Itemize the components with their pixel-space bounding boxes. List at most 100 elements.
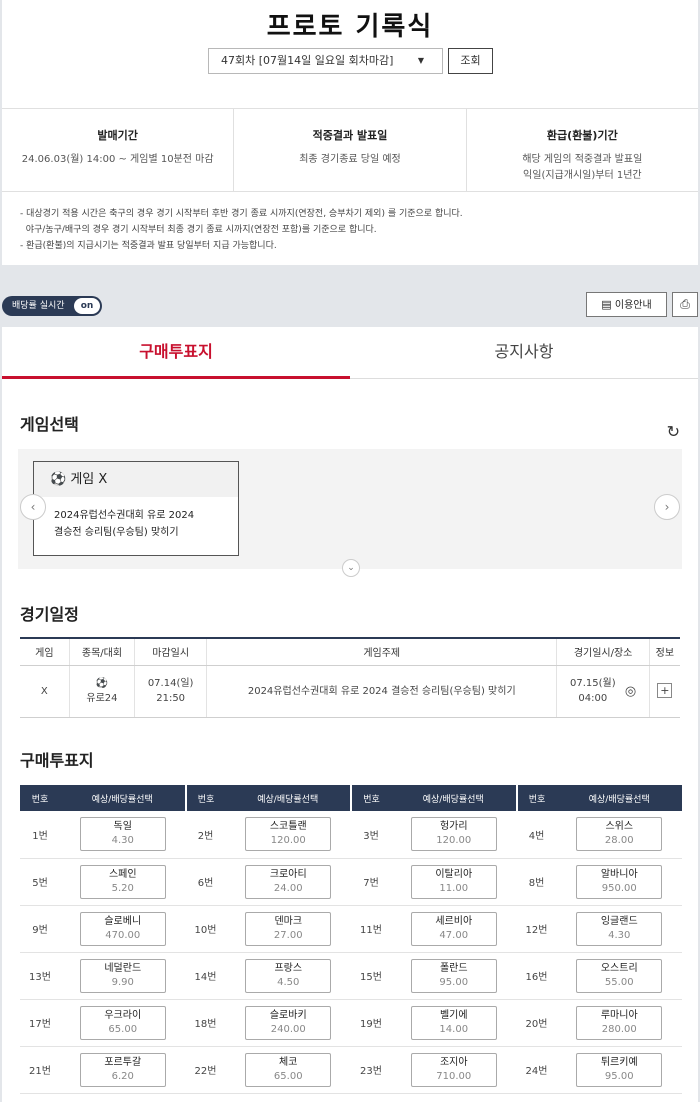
close-time: 21:50 bbox=[156, 693, 186, 704]
odds-value: 65.00 bbox=[108, 1023, 138, 1035]
plus-icon[interactable]: + bbox=[657, 683, 673, 698]
note-line: 야구/농구/배구의 경우 경기 시작부터 최종 경기 종료 시까지(연장전 포함… bbox=[20, 225, 377, 235]
pick-cell: 프랑스 4.50 bbox=[225, 952, 351, 1000]
book-icon: ▤ bbox=[601, 298, 612, 311]
odds-value: 6.20 bbox=[111, 1070, 134, 1082]
odds-value: 14.00 bbox=[439, 1023, 469, 1035]
usage-guide-button[interactable]: ▤ 이용안내 bbox=[586, 292, 667, 317]
pick-button[interactable]: 폴란드 95.00 bbox=[410, 958, 497, 993]
pick-button[interactable]: 헝가리 120.00 bbox=[410, 817, 497, 852]
pick-button[interactable]: 프랑스 4.50 bbox=[245, 958, 332, 993]
table-row: X ⚽ 유로24 07.14(일) 21:50 2024유럽선수권대회 유로 2… bbox=[20, 665, 680, 718]
info-refund-period: 환급(환불)기간 해당 게임의 적중결과 발표일 익일(지급개시일)부터 1년간 bbox=[467, 109, 698, 191]
game-card[interactable]: ⚽ 게임 X 2024유럽선수권대회 유로 2024 결승전 승리팀(우승팀) … bbox=[33, 461, 239, 556]
pick-button[interactable]: 크로아티 24.00 bbox=[245, 864, 332, 899]
col-no: 번호 bbox=[515, 785, 557, 811]
team-name: 세르비아 bbox=[435, 915, 473, 927]
pick-button[interactable]: 체코 65.00 bbox=[245, 1052, 332, 1087]
pick-button[interactable]: 튀르키예 95.00 bbox=[576, 1052, 663, 1087]
pick-button[interactable]: 스페인 5.20 bbox=[79, 864, 166, 899]
round-info-panel: 프로토 기록식 47회차 [07월14일 일요일 회차마감] ▼ 조회 발매기간… bbox=[2, 0, 698, 265]
col-pick: 예상/배당률선택 bbox=[556, 785, 682, 811]
pick-number: 22번 bbox=[185, 1046, 226, 1094]
pick-button[interactable]: 스위스 28.00 bbox=[576, 817, 663, 852]
pick-button[interactable]: 알바니아 950.00 bbox=[576, 864, 663, 899]
team-name: 루마니아 bbox=[600, 1009, 638, 1021]
game-card-line: 결승전 승리팀(우승팀) 맞히기 bbox=[54, 527, 179, 538]
game-carousel: ⚽ 게임 X 2024유럽선수권대회 유로 2024 결승전 승리팀(우승팀) … bbox=[18, 449, 682, 569]
cell-league: ⚽ 유로24 bbox=[69, 665, 136, 718]
refresh-icon[interactable]: ↻ bbox=[667, 422, 680, 441]
col-no: 번호 bbox=[20, 785, 60, 811]
pick-button[interactable]: 세르비아 47.00 bbox=[410, 911, 497, 946]
pick-button[interactable]: 덴마크 27.00 bbox=[245, 911, 332, 946]
pick-cell: 스페인 5.20 bbox=[60, 858, 186, 906]
pick-button[interactable]: 루마니아 280.00 bbox=[576, 1005, 663, 1040]
pick-number: 18번 bbox=[185, 999, 226, 1047]
tab-notice[interactable]: 공지사항 bbox=[350, 327, 698, 379]
odds-value: 47.00 bbox=[439, 929, 469, 941]
odds-value: 65.00 bbox=[273, 1070, 303, 1082]
pick-number: 15번 bbox=[351, 952, 391, 1000]
print-button[interactable]: ⎙ bbox=[672, 292, 698, 317]
pick-button[interactable]: 네덜란드 9.90 bbox=[79, 958, 166, 993]
pick-cell: 크로아티 24.00 bbox=[225, 858, 351, 906]
pick-cell: 체코 65.00 bbox=[225, 1046, 351, 1094]
pick-button[interactable]: 오스트리 55.00 bbox=[576, 958, 663, 993]
cell-game: X bbox=[20, 665, 70, 718]
team-name: 튀르키예 bbox=[600, 1056, 638, 1068]
team-name: 프랑스 bbox=[274, 962, 303, 974]
cell-match: 07.15(월) 04:00 ◎ bbox=[556, 665, 650, 718]
round-select[interactable]: 47회차 [07월14일 일요일 회차마감] ▼ bbox=[208, 48, 443, 74]
page-title: 프로토 기록식 bbox=[266, 12, 434, 42]
odds-value: 9.90 bbox=[111, 976, 134, 988]
pick-button[interactable]: 이탈리아 11.00 bbox=[410, 864, 497, 899]
team-name: 덴마크 bbox=[274, 915, 303, 927]
game-card-body: 2024유럽선수권대회 유로 2024 결승전 승리팀(우승팀) 맞히기 bbox=[34, 497, 238, 541]
realtime-label: 배당률 실시간 bbox=[12, 301, 65, 311]
team-name: 잉글랜드 bbox=[600, 915, 638, 927]
expand-chevron-icon[interactable]: ⌄ bbox=[342, 559, 360, 577]
chevron-right-icon[interactable]: › bbox=[654, 494, 680, 520]
odds-value: 4.30 bbox=[111, 835, 134, 847]
location-pin-icon[interactable]: ◎ bbox=[625, 684, 636, 699]
team-name: 알바니아 bbox=[600, 868, 638, 880]
tab-ballot[interactable]: 구매투표지 bbox=[2, 327, 350, 379]
team-name: 크로아티 bbox=[269, 868, 307, 880]
pick-button[interactable]: 우크라이 65.00 bbox=[79, 1005, 166, 1040]
info-value: 최종 경기종료 당일 예정 bbox=[299, 154, 401, 165]
pick-button[interactable]: 독일 4.30 bbox=[79, 817, 166, 852]
team-name: 조지아 bbox=[439, 1056, 468, 1068]
pick-number: 16번 bbox=[516, 952, 557, 1000]
info-value: 해당 게임의 적중결과 발표일 bbox=[522, 154, 643, 165]
pick-cell: 우크라이 65.00 bbox=[60, 999, 186, 1047]
team-name: 슬로바키 bbox=[269, 1009, 307, 1021]
pick-button[interactable]: 잉글랜드 4.30 bbox=[576, 911, 663, 946]
odds-value: 24.00 bbox=[273, 882, 303, 894]
pick-number: 1번 bbox=[20, 811, 60, 859]
team-name: 슬로베니 bbox=[104, 915, 142, 927]
realtime-odds-toggle[interactable]: 배당률 실시간 on bbox=[2, 296, 102, 316]
pick-number: 13번 bbox=[20, 952, 60, 1000]
match-time: 04:00 bbox=[578, 693, 608, 704]
pick-cell: 벨기에 14.00 bbox=[391, 999, 517, 1047]
pick-number: 14번 bbox=[185, 952, 226, 1000]
team-name: 스코틀랜 bbox=[269, 821, 307, 833]
chevron-left-icon[interactable]: ‹ bbox=[20, 494, 46, 520]
pick-button[interactable]: 슬로바키 240.00 bbox=[245, 1005, 332, 1040]
pick-cell: 덴마크 27.00 bbox=[225, 905, 351, 953]
pick-button[interactable]: 슬로베니 470.00 bbox=[79, 911, 166, 946]
pick-cell: 헝가리 120.00 bbox=[391, 811, 517, 859]
pick-button[interactable]: 포르투갈 6.20 bbox=[79, 1052, 166, 1087]
pick-cell: 스코틀랜 120.00 bbox=[225, 811, 351, 859]
pick-button[interactable]: 벨기에 14.00 bbox=[410, 1005, 497, 1040]
query-button[interactable]: 조회 bbox=[448, 48, 493, 74]
info-sale-period: 발매기간 24.06.03(월) 14:00 ~ 게임별 10분전 마감 bbox=[2, 109, 235, 191]
pick-number: 17번 bbox=[20, 999, 60, 1047]
pick-button[interactable]: 스코틀랜 120.00 bbox=[245, 817, 332, 852]
pick-number: 8번 bbox=[516, 858, 557, 906]
team-name: 오스트리 bbox=[600, 962, 638, 974]
col-pick: 예상/배당률선택 bbox=[391, 785, 517, 811]
schedule-table: 게임 종목/대회 마감일시 게임주제 경기일시/장소 정보 X ⚽ 유로24 0… bbox=[20, 637, 680, 718]
pick-button[interactable]: 조지아 710.00 bbox=[410, 1052, 497, 1087]
